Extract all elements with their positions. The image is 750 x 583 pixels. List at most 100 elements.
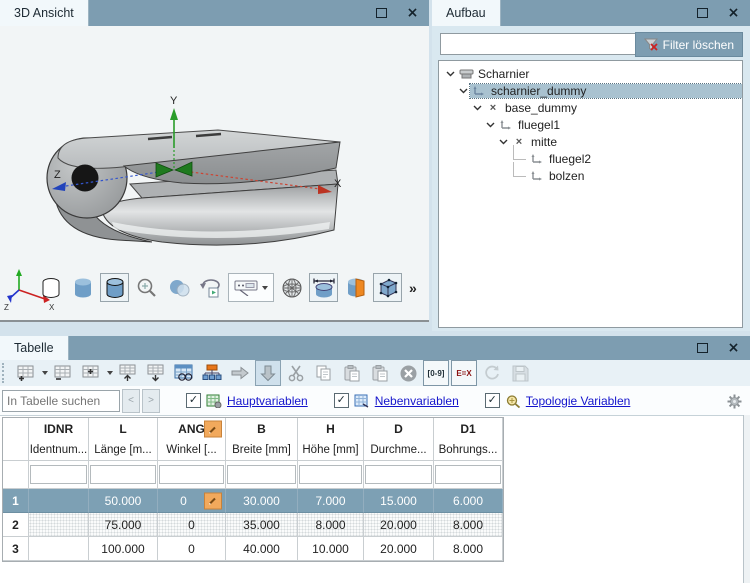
cell-l[interactable]: 100.000 xyxy=(89,537,158,561)
checkbox-checked-icon[interactable]: ✓ xyxy=(485,393,500,408)
tab-3d-ansicht[interactable]: 3D Ansicht xyxy=(0,0,89,26)
column-filter-input[interactable] xyxy=(227,465,296,484)
gear-icon[interactable] xyxy=(727,394,742,409)
maximize-button[interactable] xyxy=(375,7,388,20)
maximize-button[interactable] xyxy=(696,7,709,20)
preview-table-button[interactable] xyxy=(171,360,197,386)
column-filter-input[interactable] xyxy=(435,465,501,484)
cell-l[interactable]: 50.000 xyxy=(89,489,158,513)
move-row-up-button[interactable] xyxy=(115,360,141,386)
annotation-dropdown-button[interactable] xyxy=(228,273,274,302)
row-number[interactable]: 2 xyxy=(3,513,29,537)
transparency-sphere-icon[interactable] xyxy=(164,273,193,302)
tab-aufbau[interactable]: Aufbau xyxy=(432,0,501,26)
column-filter-input[interactable] xyxy=(30,465,87,484)
table-search-input[interactable] xyxy=(2,390,120,412)
cell-idnr[interactable] xyxy=(29,537,89,561)
cell-b[interactable]: 40.000 xyxy=(226,537,298,561)
checkbox-checked-icon[interactable]: ✓ xyxy=(186,393,201,408)
tab-tabelle[interactable]: Tabelle xyxy=(0,336,69,360)
cell-d1[interactable]: 8.000 xyxy=(434,513,503,537)
column-filter-input[interactable] xyxy=(159,465,224,484)
value-format-button[interactable]: [0-9] xyxy=(423,360,449,386)
remove-row-button[interactable] xyxy=(50,360,76,386)
tree-item-scharnier-dummy[interactable]: scharnier_dummy xyxy=(439,82,742,99)
cell-idnr[interactable] xyxy=(29,489,89,513)
delete-all-button[interactable] xyxy=(395,360,421,386)
chevron-down-icon[interactable] xyxy=(496,139,510,145)
cell-d[interactable]: 20.000 xyxy=(364,537,434,561)
zoom-fit-icon[interactable] xyxy=(132,273,161,302)
vertex-box-icon[interactable] xyxy=(373,273,402,302)
column-filter-input[interactable] xyxy=(90,465,156,484)
cell-ang[interactable]: 0 xyxy=(158,489,226,513)
tree-item-fluegel2[interactable]: fluegel2 xyxy=(439,150,742,167)
close-button[interactable]: × xyxy=(406,7,419,20)
shaded-cylinder-icon[interactable] xyxy=(68,273,97,302)
chevron-down-icon[interactable] xyxy=(107,371,113,375)
insert-row-button[interactable] xyxy=(78,360,104,386)
cell-ang[interactable]: 0 xyxy=(158,513,226,537)
toolbar-overflow-button[interactable]: » xyxy=(409,280,417,296)
toggle-nebenvariablen[interactable]: ✓ Nebenvariablen xyxy=(334,393,459,408)
mesh-sphere-icon[interactable] xyxy=(277,273,306,302)
search-prev-button[interactable]: < xyxy=(122,389,140,413)
column-header-l[interactable]: L xyxy=(89,418,158,440)
vertical-scrollbar[interactable] xyxy=(743,415,750,583)
edit-pencil-button[interactable] xyxy=(204,492,222,509)
topologie-variablen-link[interactable]: Topologie Variablen xyxy=(526,394,631,408)
checkbox-checked-icon[interactable]: ✓ xyxy=(334,393,349,408)
maximize-button[interactable] xyxy=(696,342,709,355)
chevron-down-icon[interactable] xyxy=(443,71,457,77)
column-filter-input[interactable] xyxy=(299,465,362,484)
dimensions-cylinder-icon[interactable] xyxy=(309,273,338,302)
column-header-idnr[interactable]: IDNR xyxy=(29,418,89,440)
hauptvariablen-link[interactable]: Hauptvariablen xyxy=(227,394,308,408)
column-header-d1[interactable]: D1 xyxy=(434,418,503,440)
wireframe-cylinder-icon[interactable] xyxy=(36,273,65,302)
add-row-button[interactable] xyxy=(13,360,39,386)
row-number[interactable]: 1 xyxy=(3,489,29,513)
cell-h[interactable]: 10.000 xyxy=(298,537,364,561)
tree-item-scharnier[interactable]: Scharnier xyxy=(439,65,742,82)
row-number[interactable]: 3 xyxy=(3,537,29,561)
nebenvariablen-link[interactable]: Nebenvariablen xyxy=(375,394,459,408)
move-row-down-button[interactable] xyxy=(143,360,169,386)
cell-b[interactable]: 30.000 xyxy=(226,489,298,513)
tree-item-mitte[interactable]: × mitte xyxy=(439,133,742,150)
tree-item-fluegel1[interactable]: fluegel1 xyxy=(439,116,742,133)
edit-pencil-button[interactable] xyxy=(204,421,222,438)
save-button[interactable] xyxy=(507,360,533,386)
close-button[interactable]: × xyxy=(727,7,740,20)
cell-d[interactable]: 15.000 xyxy=(364,489,434,513)
toggle-hauptvariablen[interactable]: ✓ Hauptvariablen xyxy=(186,393,308,408)
hierarchy-button[interactable] xyxy=(199,360,225,386)
pull-down-button[interactable] xyxy=(255,360,281,386)
chevron-down-icon[interactable] xyxy=(483,122,497,128)
3d-viewport[interactable]: Z X Y Z xyxy=(0,26,429,322)
cell-d1[interactable]: 8.000 xyxy=(434,537,503,561)
chevron-down-icon[interactable] xyxy=(42,371,48,375)
tree-item-base-dummy[interactable]: × base_dummy xyxy=(439,99,742,116)
cell-d[interactable]: 20.000 xyxy=(364,513,434,537)
tree-item-bolzen[interactable]: bolzen xyxy=(439,167,742,184)
rotate-view-icon[interactable] xyxy=(196,273,225,302)
toolbar-grip[interactable] xyxy=(2,363,8,383)
cell-d1[interactable]: 6.000 xyxy=(434,489,503,513)
column-header-ang[interactable]: ANG xyxy=(158,418,226,440)
column-header-h[interactable]: H xyxy=(298,418,364,440)
section-cylinder-icon[interactable] xyxy=(341,273,370,302)
close-button[interactable]: × xyxy=(727,342,740,355)
cut-button[interactable] xyxy=(283,360,309,386)
copy-button[interactable] xyxy=(311,360,337,386)
transfer-arrow-button[interactable] xyxy=(227,360,253,386)
paste-button[interactable] xyxy=(339,360,365,386)
cell-h[interactable]: 7.000 xyxy=(298,489,364,513)
chevron-down-icon[interactable] xyxy=(470,105,484,111)
cell-b[interactable]: 35.000 xyxy=(226,513,298,537)
expression-button[interactable]: E=X xyxy=(451,360,477,386)
column-header-b[interactable]: B xyxy=(226,418,298,440)
search-next-button[interactable]: > xyxy=(142,389,160,413)
shaded-edges-cylinder-icon[interactable] xyxy=(100,273,129,302)
column-filter-input[interactable] xyxy=(365,465,432,484)
